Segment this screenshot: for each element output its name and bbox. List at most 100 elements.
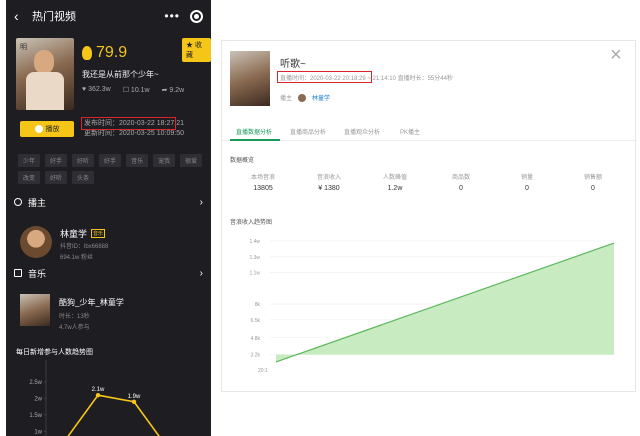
close-icon[interactable]: × bbox=[610, 45, 622, 65]
host-label: 播主 bbox=[280, 96, 293, 102]
anchor-icon bbox=[14, 198, 22, 206]
screenshot-root: ‹ 热门视频 ••• 明 79.9 ★ 收藏 我还是从前那个少年~ ♥ 362.… bbox=[0, 0, 640, 436]
dashboard-tabs: 直播数据分析 直播商品分析 直播观众分析 PK播主 bbox=[222, 123, 637, 141]
anchor-badge: 音乐 bbox=[91, 229, 106, 238]
music-participants: 4.7w人参与 bbox=[59, 325, 90, 331]
cover-body bbox=[26, 72, 64, 110]
overview-header: 本场音浪 bbox=[250, 175, 275, 181]
highlight-box-publish bbox=[81, 117, 176, 130]
trend-point-label: 2.1w bbox=[92, 387, 105, 393]
highlight-box-live-time bbox=[277, 71, 372, 83]
y-tick-label: 8k bbox=[255, 302, 261, 308]
overview-header: 销售额 bbox=[583, 175, 602, 181]
music-cover[interactable] bbox=[20, 294, 50, 326]
target-icon[interactable] bbox=[190, 9, 203, 23]
tag-item[interactable]: 很爱 bbox=[180, 154, 203, 167]
cover-caption: 明 bbox=[20, 44, 27, 51]
cover-face bbox=[34, 50, 54, 74]
shares-stat: ➦ 9.2w bbox=[161, 87, 185, 94]
trend-line bbox=[67, 394, 160, 436]
trend-chart-title: 每日新增参与人数趋势图 bbox=[16, 349, 93, 356]
host-avatar bbox=[298, 93, 307, 102]
chevron-right-icon: › bbox=[199, 196, 203, 208]
tag-item[interactable]: 少年 bbox=[18, 154, 41, 167]
video-description: 我还是从前那个少年~ bbox=[82, 70, 159, 79]
music-icon bbox=[14, 269, 22, 277]
income-chart-title: 音浪收入趋势图 bbox=[230, 220, 273, 226]
tab-pk-host[interactable]: PK播主 bbox=[400, 127, 420, 136]
y-tick-label: 1.4w bbox=[249, 239, 260, 245]
anchor-name: 林童学 音乐 bbox=[60, 229, 106, 239]
back-icon[interactable]: ‹ bbox=[14, 8, 28, 24]
comments-stat: ☐ 10.1w bbox=[122, 87, 150, 94]
collect-button[interactable]: ★ 收藏 bbox=[182, 38, 211, 62]
tab-live-data[interactable]: 直播数据分析 bbox=[236, 127, 272, 136]
trend-point bbox=[95, 392, 101, 398]
tag-item[interactable]: 音乐 bbox=[126, 154, 149, 167]
more-icon[interactable]: ••• bbox=[164, 9, 180, 23]
y-tick-label: 6.5k bbox=[251, 318, 261, 324]
chevron-right-icon: › bbox=[199, 267, 203, 279]
anchor-section-header[interactable]: 播主 › bbox=[6, 193, 211, 211]
tag-item[interactable]: 好手 bbox=[99, 154, 122, 167]
play-label: 播放 bbox=[45, 126, 60, 133]
overview-value: 0 bbox=[525, 185, 529, 192]
music-title: 酷狗_少年_林童学 bbox=[59, 298, 124, 307]
tag-item[interactable]: 好听 bbox=[72, 154, 95, 167]
play-icon bbox=[34, 125, 43, 133]
overview-header: 音浪收入 bbox=[316, 175, 341, 181]
collect-label: 收藏 bbox=[186, 42, 202, 59]
flame-icon bbox=[82, 46, 92, 60]
trend-point bbox=[131, 399, 137, 404]
overview-value: 0 bbox=[459, 185, 463, 192]
live-cover bbox=[230, 51, 270, 106]
tag-list: 少年 好手 好听 好手 音乐 宠我 很爱 改变 好听 头条 bbox=[18, 154, 203, 184]
tag-item[interactable]: 好听 bbox=[45, 171, 68, 184]
y-tick-label: 4.8k bbox=[251, 336, 261, 342]
music-duration: 时长：13秒 bbox=[59, 314, 90, 320]
overview-header: 商品数 bbox=[451, 175, 470, 181]
tag-item[interactable]: 好手 bbox=[45, 154, 68, 167]
y-tick-label: 3.2k bbox=[251, 353, 261, 359]
hot-score-value: 79.9 bbox=[96, 44, 128, 61]
income-trend-chart: 1.4w 1.3w 1.1w 8k 6.5k 4.8k 3.2k 20:1 bbox=[249, 239, 615, 374]
tab-live-goods[interactable]: 直播商品分析 bbox=[290, 127, 326, 136]
tag-item[interactable]: 宠我 bbox=[153, 154, 176, 167]
music-section-label: 音乐 bbox=[28, 268, 47, 279]
live-title: 听歌~ bbox=[280, 59, 306, 70]
page-title: 热门视频 bbox=[32, 11, 76, 23]
anchor-section-label: 播主 bbox=[28, 197, 47, 208]
host-name-link[interactable]: 林童学 bbox=[312, 93, 330, 102]
y-tick-label: 1.5w bbox=[29, 413, 42, 419]
y-tick-label: 2.5w bbox=[29, 380, 42, 386]
phone-hot-video-panel: ‹ 热门视频 ••• 明 79.9 ★ 收藏 我还是从前那个少年~ ♥ 362.… bbox=[6, 0, 211, 436]
y-tick-label: 1.3w bbox=[249, 255, 260, 261]
y-tick-label: 1.1w bbox=[249, 271, 260, 277]
video-stats: ♥ 362.3w ☐ 10.1w ➦ 9.2w bbox=[82, 86, 184, 94]
live-dashboard-panel: 听歌~ 直播时间：2020-03-22 20:18:29 ~ 21:14:10 … bbox=[221, 40, 637, 392]
trend-point-label: 1.9w bbox=[128, 394, 141, 400]
active-tab-indicator bbox=[230, 139, 280, 141]
anchor-id: 抖音ID：lbx66888 bbox=[60, 244, 109, 250]
update-time: 更新时间：2020-03-25 10:09:50 bbox=[84, 130, 184, 137]
overview-value: 1.2w bbox=[387, 185, 403, 192]
likes-stat: ♥ 362.3w bbox=[82, 86, 111, 93]
x-tick-label: 20:1 bbox=[258, 368, 268, 374]
overview-headers: 本场音浪 音浪收入 人数峰值 商品数 销量 销售额 bbox=[230, 172, 630, 182]
tab-live-audience[interactable]: 直播观众分析 bbox=[344, 127, 380, 136]
overview-header: 人数峰值 bbox=[382, 175, 407, 181]
overview-header: 销量 bbox=[520, 175, 533, 181]
play-button[interactable]: 播放 bbox=[20, 121, 74, 137]
y-tick-label: 2w bbox=[34, 396, 42, 402]
video-cover[interactable]: 明 bbox=[16, 38, 74, 110]
anchor-avatar[interactable] bbox=[20, 226, 52, 258]
tag-item[interactable]: 头条 bbox=[72, 171, 95, 184]
overview-value: 0 bbox=[591, 185, 595, 192]
hot-score: 79.9 bbox=[82, 44, 127, 62]
overview-title: 数据概览 bbox=[230, 158, 255, 164]
tag-item[interactable]: 改变 bbox=[18, 171, 41, 184]
overview-values: 13805 ¥ 1380 1.2w 0 0 0 bbox=[230, 185, 630, 195]
live-host: 播主 林童学 bbox=[280, 93, 330, 102]
phone-top-bar: ‹ 热门视频 ••• bbox=[6, 0, 211, 32]
music-section-header[interactable]: 音乐 › bbox=[6, 264, 211, 282]
